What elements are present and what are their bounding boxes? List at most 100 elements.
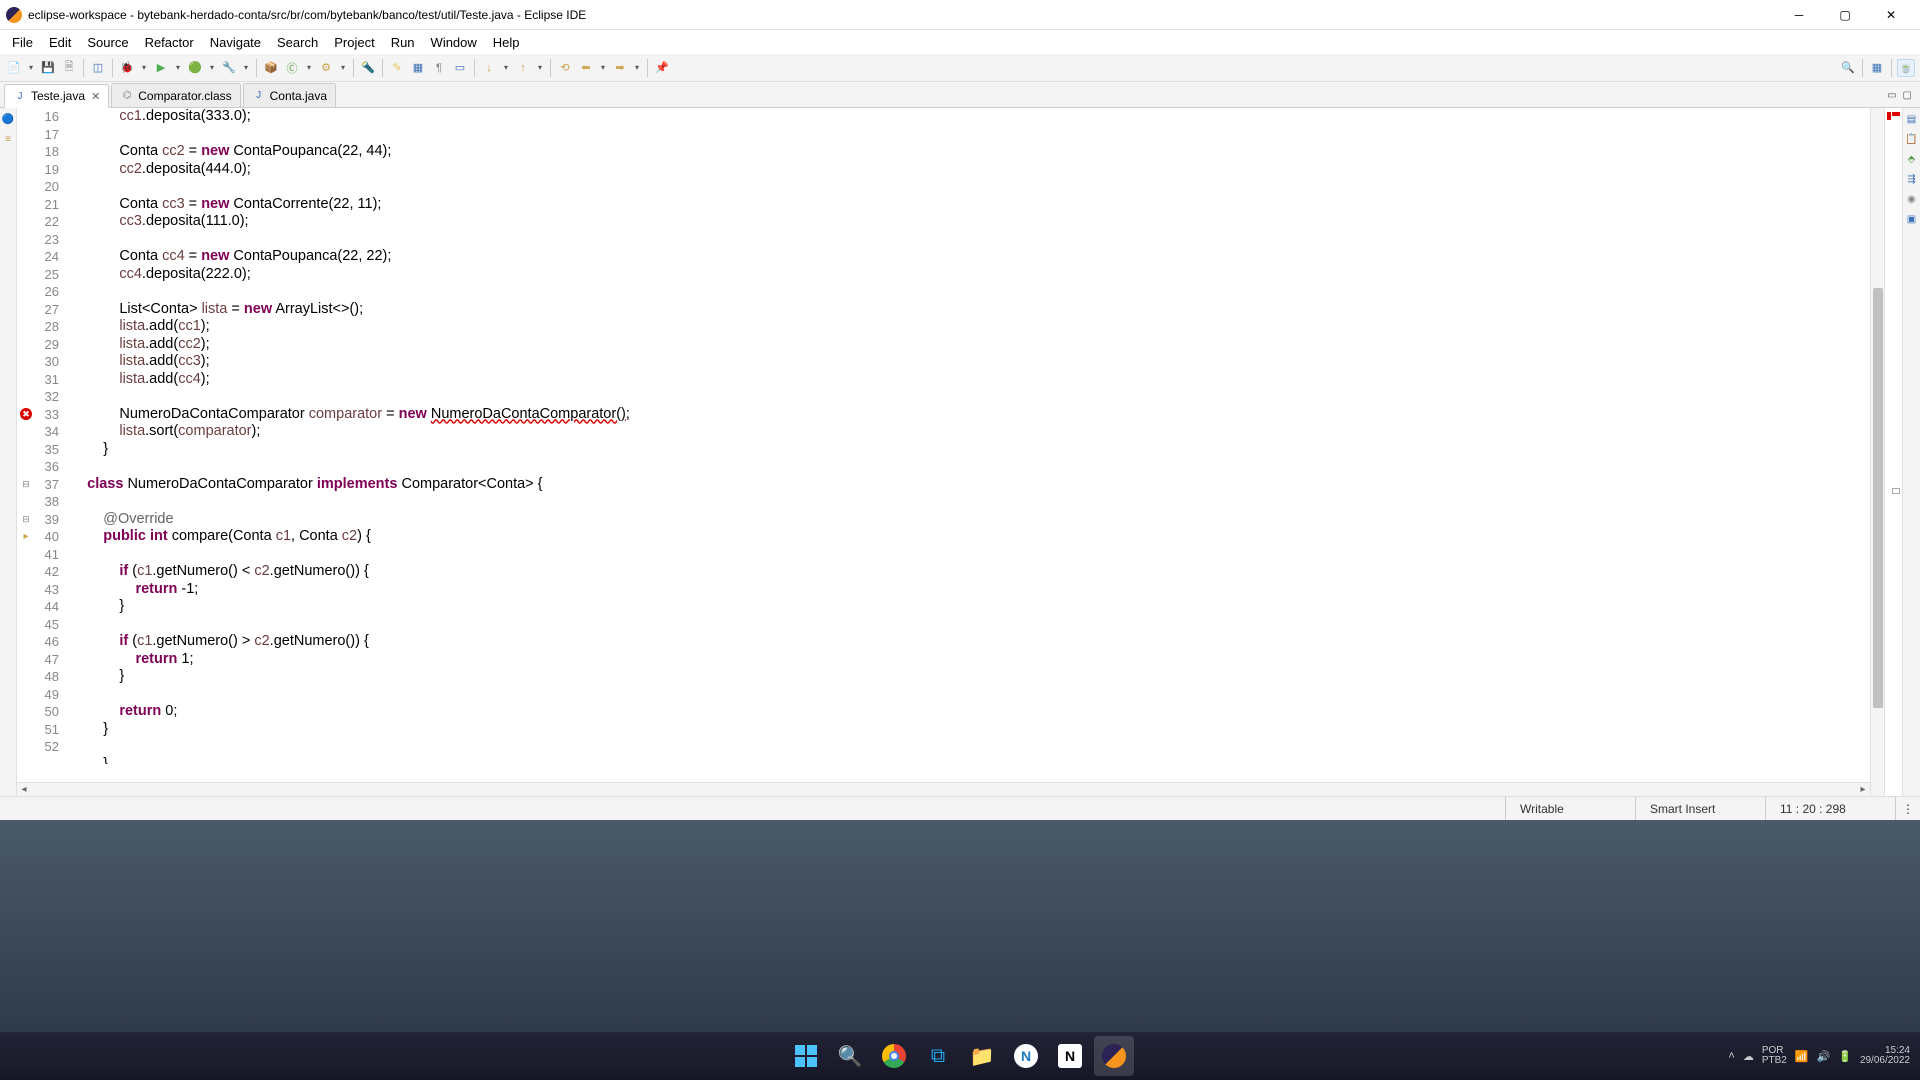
menu-search[interactable]: Search [269, 33, 326, 52]
code-content[interactable]: NumeroDaContaComparator comparator = new… [65, 406, 630, 424]
code-line[interactable]: ▸40 public int compare(Conta c1, Conta c… [17, 528, 1870, 546]
editor-tab-0[interactable]: JTeste.java✕ [4, 84, 109, 108]
toggle-mark-button[interactable]: ✎ [388, 59, 406, 77]
file-explorer-icon[interactable]: 📁 [962, 1036, 1002, 1076]
override-marker-icon[interactable]: ▸ [17, 528, 35, 546]
code-line[interactable]: 31 lista.add(cc4); [17, 371, 1870, 389]
code-line[interactable]: 36 [17, 458, 1870, 476]
eclipse-taskbar-icon[interactable] [1094, 1036, 1134, 1076]
gutter-marker[interactable] [17, 668, 35, 686]
code-content[interactable]: Conta cc3 = new ContaCorrente(22, 11); [65, 196, 381, 214]
code-content[interactable]: cc4.deposita(222.0); [65, 266, 251, 284]
vertical-scrollbar[interactable] [1870, 108, 1884, 796]
gutter-marker[interactable] [17, 178, 35, 196]
code-content[interactable] [65, 231, 71, 249]
new-button[interactable]: 📄 [5, 59, 23, 77]
code-content[interactable] [65, 616, 71, 634]
code-content[interactable] [65, 493, 71, 511]
maximize-view-icon[interactable]: ▢ [1903, 90, 1912, 101]
gutter-marker[interactable] [17, 371, 35, 389]
menu-navigate[interactable]: Navigate [202, 33, 269, 52]
code-content[interactable]: cc3.deposita(111.0); [65, 213, 249, 231]
gutter-marker[interactable] [17, 143, 35, 161]
external-tools-button[interactable]: 🔧 [220, 59, 238, 77]
language-indicator[interactable]: PORPTB2 [1762, 1046, 1787, 1066]
gutter-marker[interactable] [17, 126, 35, 144]
back-dropdown[interactable]: ▾ [598, 59, 608, 77]
new-component-dropdown[interactable]: ▾ [338, 59, 348, 77]
code-content[interactable] [65, 126, 71, 144]
new-class-button[interactable]: Ⓒ [283, 59, 301, 77]
toggle-block-button[interactable]: ▦ [409, 59, 427, 77]
code-content[interactable]: public int compare(Conta c1, Conta c2) { [65, 528, 371, 546]
code-line[interactable]: 19 cc2.deposita(444.0); [17, 161, 1870, 179]
gutter-marker[interactable] [17, 388, 35, 406]
expressions-view-icon[interactable]: ≡ [1, 132, 15, 146]
new-component-button[interactable]: ⚙ [317, 59, 335, 77]
save-all-button[interactable]: 🗎 [60, 59, 78, 77]
gutter-marker[interactable] [17, 266, 35, 284]
code-line[interactable]: 50 return 0; [17, 703, 1870, 721]
forward-button[interactable]: ➡ [611, 59, 629, 77]
code-content[interactable] [65, 178, 71, 196]
code-line[interactable]: 27 List<Conta> lista = new ArrayList<>()… [17, 301, 1870, 319]
gutter-marker[interactable] [17, 721, 35, 739]
gutter-marker[interactable] [17, 353, 35, 371]
open-type-button[interactable]: ◫ [89, 59, 107, 77]
code-line[interactable]: 34 lista.sort(comparator); [17, 423, 1870, 441]
code-line[interactable]: 43 return -1; [17, 581, 1870, 599]
menu-edit[interactable]: Edit [41, 33, 79, 52]
error-marker-icon[interactable]: ✖ [17, 406, 35, 424]
gutter-marker[interactable] [17, 318, 35, 336]
scroll-right-icon[interactable]: ▸ [1856, 783, 1870, 797]
last-edit-button[interactable]: ⟲ [556, 59, 574, 77]
search-button[interactable]: 🔦 [359, 59, 377, 77]
chrome-icon[interactable] [874, 1036, 914, 1076]
back-button[interactable]: ⬅ [577, 59, 595, 77]
editor-tab-2[interactable]: JConta.java [243, 83, 336, 107]
gutter-marker[interactable] [17, 231, 35, 249]
code-content[interactable]: lista.add(cc2); [65, 336, 210, 354]
onedrive-icon[interactable]: ☁ [1743, 1050, 1754, 1063]
run-dropdown[interactable]: ▾ [173, 59, 183, 77]
vscode-icon[interactable]: ⧉ [918, 1036, 958, 1076]
menu-window[interactable]: Window [423, 33, 485, 52]
code-line[interactable]: 25 cc4.deposita(222.0); [17, 266, 1870, 284]
scroll-left-icon[interactable]: ◂ [17, 783, 31, 797]
close-button[interactable]: ✕ [1868, 0, 1914, 30]
code-line[interactable]: ✖33 NumeroDaContaComparator comparator =… [17, 406, 1870, 424]
tray-chevron-icon[interactable]: ˄ [1728, 1050, 1734, 1062]
notion-icon[interactable]: N [1050, 1036, 1090, 1076]
call-hierarchy-icon[interactable]: ⇶ [1905, 172, 1919, 186]
clock[interactable]: 15:2429/06/2022 [1860, 1046, 1910, 1066]
gutter-marker[interactable] [17, 161, 35, 179]
code-editor[interactable]: 16 cc1.deposita(333.0);1718 Conta cc2 = … [17, 108, 1870, 796]
code-line[interactable]: 26 [17, 283, 1870, 301]
fold-marker-icon[interactable]: ⊟ [17, 511, 35, 529]
code-content[interactable]: if (c1.getNumero() < c2.getNumero()) { [65, 563, 369, 581]
code-content[interactable]: cc1.deposita(333.0); [65, 108, 251, 126]
code-line[interactable]: 28 lista.add(cc1); [17, 318, 1870, 336]
show-whitespace-button[interactable]: ¶ [430, 59, 448, 77]
code-content[interactable]: } [65, 441, 108, 459]
tab-close-icon[interactable]: ✕ [91, 90, 100, 103]
prev-annotation-button[interactable]: ↑ [514, 59, 532, 77]
code-content[interactable]: return 1; [65, 651, 194, 669]
code-line[interactable]: 32 [17, 388, 1870, 406]
wifi-icon[interactable]: 📶 [1795, 1050, 1809, 1063]
code-line[interactable]: 22 cc3.deposita(111.0); [17, 213, 1870, 231]
task-list-icon[interactable]: 📋 [1905, 132, 1919, 146]
gutter-marker[interactable] [17, 493, 35, 511]
gutter-marker[interactable] [17, 283, 35, 301]
code-content[interactable]: cc2.deposita(444.0); [65, 161, 251, 179]
gutter-marker[interactable] [17, 563, 35, 581]
menu-file[interactable]: File [4, 33, 41, 52]
gutter-marker[interactable] [17, 336, 35, 354]
status-menu-icon[interactable]: ⋮ [1895, 797, 1920, 820]
code-line[interactable]: 48 } [17, 668, 1870, 686]
netbeans-icon[interactable]: N [1006, 1036, 1046, 1076]
start-button[interactable] [786, 1036, 826, 1076]
code-content[interactable]: class NumeroDaContaComparator implements… [65, 476, 543, 494]
code-line[interactable]: 21 Conta cc3 = new ContaCorrente(22, 11)… [17, 196, 1870, 214]
code-line[interactable]: 23 [17, 231, 1870, 249]
